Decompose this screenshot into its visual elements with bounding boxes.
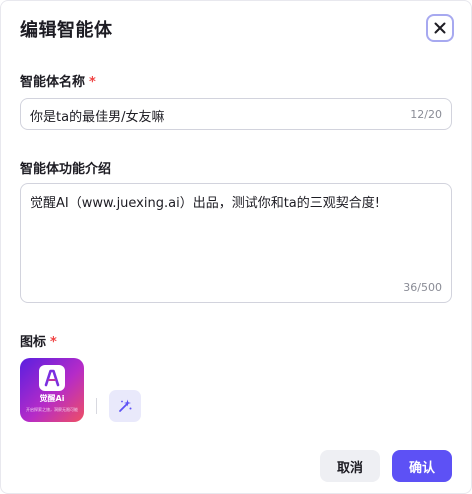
logo-badge [39, 365, 65, 391]
name-label-text: 智能体名称 [20, 75, 86, 90]
name-char-counter: 12/20 [410, 108, 442, 121]
logo-tagline: 开启探索之旅，洞察无限可能 [26, 407, 78, 412]
agent-name-input[interactable]: 你是ta的最佳男/女友嘛 12/20 [20, 98, 452, 130]
dialog-title: 编辑智能体 [20, 20, 113, 41]
description-char-counter: 36/500 [403, 281, 442, 294]
icon-divider [96, 398, 97, 414]
generate-icon-button[interactable] [109, 390, 141, 422]
agent-description-value: 觉醒AI（www.juexing.ai）出品，测试你和ta的三观契合度! [30, 196, 380, 211]
required-mark: * [89, 75, 96, 90]
name-field-label: 智能体名称 * [20, 71, 96, 90]
close-icon [434, 22, 446, 34]
confirm-button[interactable]: 确认 [392, 450, 452, 482]
agent-icon-preview[interactable]: 觉醒Ai 开启探索之旅，洞察无限可能 [20, 358, 84, 422]
edit-agent-dialog: 编辑智能体 智能体名称 * 你是ta的最佳男/女友嘛 12/20 智能体功能介绍 … [0, 0, 472, 494]
cancel-button[interactable]: 取消 [320, 450, 380, 482]
icon-label-text: 图标 [20, 335, 47, 350]
required-mark: * [50, 335, 57, 350]
agent-name-value: 你是ta的最佳男/女友嘛 [30, 110, 165, 125]
description-field-label: 智能体功能介绍 [20, 162, 112, 177]
icon-field-label: 图标 * [20, 331, 57, 350]
logo-text: 觉醒Ai [39, 394, 65, 403]
logo-a-icon [44, 369, 60, 387]
sparkle-icon [119, 399, 132, 412]
close-button[interactable] [426, 14, 454, 42]
agent-description-textarea[interactable]: 觉醒AI（www.juexing.ai）出品，测试你和ta的三观契合度! 36/… [20, 183, 452, 303]
